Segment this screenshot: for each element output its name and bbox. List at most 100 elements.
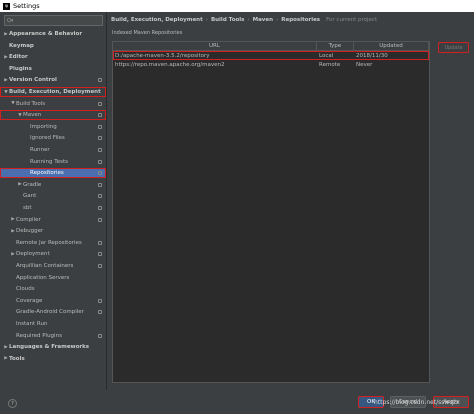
search-icon: Q▾ [7,17,14,24]
url-cell: D:/apache-maven-3.5.2/repository [115,52,210,59]
sidebar-item-build-execution-deployment[interactable]: ▼ Build, Execution, Deployment [0,87,106,97]
sidebar-item-keymap[interactable]: Keymap [0,41,106,51]
sidebar-item-label: Clouds [16,286,35,293]
settings-sidebar: Q▾ ▶ Appearance & Behavior Keymap ▶ Editor Pl… [0,12,107,390]
settings-search-input[interactable]: Q▾ [4,15,103,26]
breadcrumb-separator-icon: › [205,17,208,23]
project-scope-icon [98,171,102,176]
sidebar-item-importing[interactable]: Importing [0,122,106,132]
project-scope-icon [98,206,102,210]
table-row[interactable]: D:/apache-maven-3.5.2/repository Local 201… [113,51,429,60]
sidebar-item-label: Running Tests [30,158,68,165]
sidebar-item-label: Remote Jar Repositories [16,239,82,246]
window-title: Settings [13,2,40,10]
sidebar-item-label: Application Servers [16,274,70,281]
project-scope-icon [98,101,102,106]
sidebar-item-running-tests[interactable]: Running Tests [0,157,106,167]
updated-cell: 2018/11/30 [356,52,388,59]
breadcrumb-separator-icon: › [247,17,250,23]
intellij-logo-icon: IJ [3,2,10,10]
project-scope-icon [98,333,102,338]
sidebar-item-gant[interactable]: Gant [0,191,106,201]
sidebar-item-label: Gradle-Android Compiler [16,309,84,316]
sidebar-item-plugins[interactable]: Plugins [0,64,106,74]
project-scope-icon [98,310,102,315]
sidebar-item-label: Runner [30,147,50,153]
breadcrumb-separator-icon: › [276,17,279,23]
sidebar-item-label: Repositories [30,170,64,177]
column-header-url[interactable]: URL [113,42,317,50]
sidebar-item-deployment[interactable]: ▶ Deployment [0,249,106,259]
sidebar-item-label: Build Tools [16,100,46,107]
section-label: Indexed Maven Repositories [112,30,183,36]
sidebar-item-clouds[interactable]: Clouds [0,284,106,294]
sidebar-item-label: Gant [23,193,37,200]
sidebar-item-repositories[interactable]: Repositories [0,168,106,179]
sidebar-item-sbt[interactable]: sbt [0,203,106,213]
project-scope-icon [98,217,102,222]
project-scope-icon [98,240,102,245]
sidebar-item-label: Languages & Frameworks [9,344,90,351]
sidebar-item-build-tools[interactable]: ▼ Build Tools [0,99,106,109]
project-scope-icon [98,136,102,141]
sidebar-item-gradle[interactable]: ▶ Gradle [0,180,106,190]
sidebar-item-appearance-behavior[interactable]: ▶ Appearance & Behavior [0,29,106,39]
type-cell: Remote [319,61,341,68]
sidebar-item-label: Coverage [16,297,43,304]
project-scope-icon [98,252,102,257]
sidebar-item-instant-run[interactable]: Instant Run [0,319,106,329]
sidebar-item-label: Compiler [16,216,41,223]
sidebar-item-maven[interactable]: ▼ Maven [0,110,106,121]
sidebar-item-label: Plugins [9,65,32,72]
project-scope-icon [98,194,102,199]
sidebar-item-application-servers[interactable]: Application Servers [0,273,106,283]
sidebar-item-compiler[interactable]: ▶ Compiler [0,215,106,225]
sidebar-item-label: Debugger [16,228,44,235]
sidebar-item-tools[interactable]: ▶ Tools [0,354,106,364]
column-header-type[interactable]: Type [317,42,354,50]
project-scope-icon [98,113,102,118]
repositories-table[interactable]: URL Type Updated D:/apache-maven-3.5.2/r… [112,41,430,383]
sidebar-item-languages-frameworks[interactable]: ▶ Languages & Frameworks [0,342,106,352]
sidebar-item-label: Version Control [9,77,57,84]
sidebar-item-label: Appearance & Behavior [9,31,83,37]
sidebar-item-label: Build, Execution, Deployment [9,89,101,95]
sidebar-item-remote-jar-repositories[interactable]: Remote Jar Repositories [0,238,106,248]
sidebar-item-label: Keymap [9,42,34,49]
watermark-text: https://blog.csdn.net/sswqzx [374,399,460,406]
sidebar-item-label: sbt [23,205,32,211]
sidebar-item-editor[interactable]: ▶ Editor [0,52,106,62]
sidebar-item-ignored-files[interactable]: Ignored Files [0,133,106,143]
sidebar-item-label: Editor [9,54,28,61]
sidebar-item-gradle-android-compiler[interactable]: Gradle-Android Compiler [0,307,106,317]
breadcrumb-item: Build Tools [210,17,245,23]
sidebar-item-label: Gradle [23,181,42,188]
project-scope-note: For current project [326,17,378,23]
sidebar-item-label: Required Plugins [16,332,62,339]
column-header-updated[interactable]: Updated [354,42,429,50]
sidebar-item-label: Arquillian Containers [16,263,74,269]
sidebar-item-runner[interactable]: Runner [0,145,106,155]
project-scope-icon [98,298,102,303]
project-scope-icon [98,159,102,164]
sidebar-item-label: Maven [23,112,42,119]
update-button[interactable]: Update [438,42,469,53]
breadcrumb-item: Repositories [281,17,321,23]
project-scope-icon [98,264,102,268]
table-row[interactable]: https://repo.maven.apache.org/maven2 Remo… [113,60,429,69]
project-scope-icon [98,124,102,129]
sidebar-item-coverage[interactable]: Coverage [0,296,106,306]
sidebar-item-label: Deployment [16,251,50,258]
sidebar-item-required-plugins[interactable]: Required Plugins [0,331,106,341]
project-scope-icon [98,148,102,152]
sidebar-item-debugger[interactable]: ▶ Debugger [0,226,106,236]
title-bar: IJ Settings [0,0,474,12]
sidebar-item-arquillian-containers[interactable]: Arquillian Containers [0,261,106,271]
breadcrumb-item: Maven [252,17,274,23]
project-scope-icon [98,182,102,187]
sidebar-item-label: Instant Run [16,321,48,327]
sidebar-item-label: Tools [9,355,25,362]
repositories-panel: Build, Execution, Deployment › Build Tools… [107,12,474,390]
project-scope-icon [98,78,102,83]
sidebar-item-version-control[interactable]: ▶ Version Control [0,75,106,85]
